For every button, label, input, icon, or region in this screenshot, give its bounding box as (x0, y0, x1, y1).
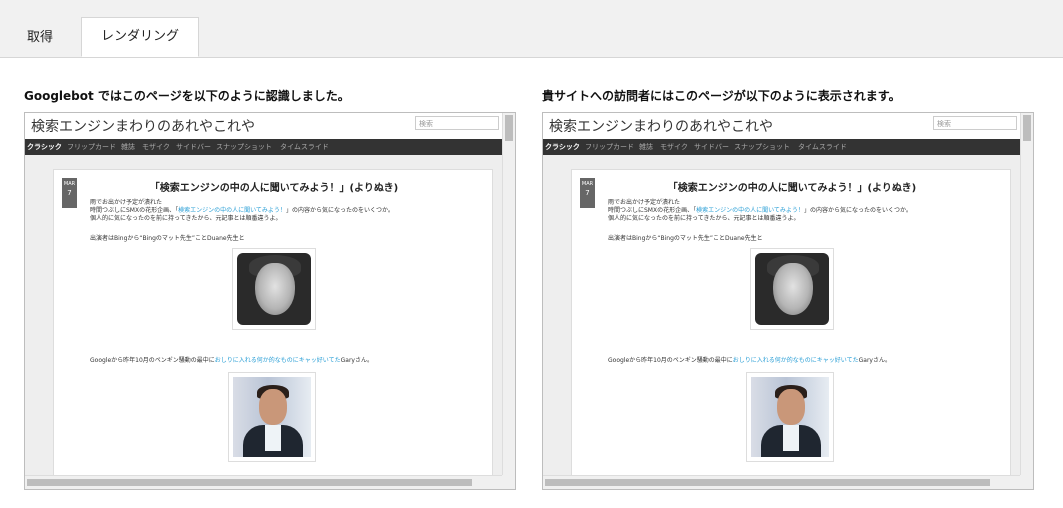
nav-item[interactable]: 雑誌 (121, 142, 135, 152)
render-viewport: 検索エンジンまわりのあれやこれや 検索 クラシック フリップカード 雑誌 モザイ… (25, 113, 503, 475)
article-title: 「検索エンジンの中の人に聞いてみよう！」(よりぬき) (149, 183, 399, 194)
horizontal-scrollbar[interactable] (543, 475, 1021, 489)
googlebot-render-panel: 検索エンジンまわりのあれやこれや 検索 クラシック フリップカード 雑誌 モザイ… (24, 112, 516, 490)
paragraph: Googleから昨年10月のペンギン騒動の最中におしりに入れる何か的なものにキャ… (90, 355, 373, 364)
vertical-scrollbar[interactable] (502, 113, 515, 475)
vertical-scrollbar[interactable] (1020, 113, 1033, 475)
site-nav: クラシック フリップカード 雑誌 モザイク サイドバー スナップショット タイム… (543, 139, 1021, 155)
paragraph-text: 」の内容から気になったのをいくつか。 (285, 207, 394, 214)
visitor-panel-title: 貴サイトへの訪問者にはこのページが以下のように表示されます。 (542, 89, 901, 103)
scroll-thumb[interactable] (545, 479, 990, 486)
nav-item[interactable]: スナップショット (216, 142, 272, 152)
nav-item[interactable]: タイムスライド (798, 142, 847, 152)
paragraph-text: Googleから昨年10月のペンギン騒動の最中に (90, 357, 215, 364)
article-link[interactable]: おしりに入れる何か的なものにキャッ好いてた (215, 357, 341, 364)
photo-duane (750, 248, 834, 330)
site-title: 検索エンジンまわりのあれやこれや (31, 119, 255, 135)
paragraph: Googleから昨年10月のペンギン騒動の最中におしりに入れる何か的なものにキャ… (608, 355, 891, 364)
nav-item[interactable]: タイムスライド (280, 142, 329, 152)
nav-item[interactable]: サイドバー (176, 142, 211, 152)
paragraph: 個人的に気になったのを前に持ってきたから、元記事とは順番違うよ。 (90, 215, 282, 222)
scroll-thumb[interactable] (505, 115, 513, 141)
site-nav: クラシック フリップカード 雑誌 モザイク サイドバー スナップショット タイム… (25, 139, 503, 155)
paragraph: 個人的に気になったのを前に持ってきたから、元記事とは順番違うよ。 (608, 215, 800, 222)
scroll-corner (502, 475, 515, 489)
nav-item[interactable]: クラシック (27, 142, 62, 152)
nav-item[interactable]: モザイク (142, 142, 170, 152)
site-search-input[interactable]: 検索 (933, 116, 1017, 130)
photo-gary (746, 372, 834, 462)
article: MAR 7 「検索エンジンの中の人に聞いてみよう！」(よりぬき) 雨でお出かけ予… (571, 169, 1011, 475)
horizontal-scrollbar[interactable] (25, 475, 503, 489)
photo-duane (232, 248, 316, 330)
paragraph: 出演者はBingから“Bingのマット先生”ことDuane先生と (90, 235, 245, 242)
article: MAR 7 「検索エンジンの中の人に聞いてみよう！」(よりぬき) 雨でお出かけ予… (53, 169, 493, 475)
tab-fetch[interactable]: 取得 (27, 26, 53, 45)
render-viewport: 検索エンジンまわりのあれやこれや 検索 クラシック フリップカード 雑誌 モザイ… (543, 113, 1021, 475)
visitor-render-panel: 検索エンジンまわりのあれやこれや 検索 クラシック フリップカード 雑誌 モザイ… (542, 112, 1034, 490)
googlebot-panel-title: Googlebot ではこのページを以下のように認識しました。 (24, 89, 350, 103)
nav-item[interactable]: 雑誌 (639, 142, 653, 152)
paragraph-text: Googleから昨年10月のペンギン騒動の最中に (608, 357, 733, 364)
scroll-corner (1020, 475, 1033, 489)
paragraph: 出演者はBingから“Bingのマット先生”ことDuane先生と (608, 235, 763, 242)
site-title: 検索エンジンまわりのあれやこれや (549, 119, 773, 135)
paragraph-text: Garyさん。 (340, 357, 373, 364)
paragraph-text: 」の内容から気になったのをいくつか。 (803, 207, 912, 214)
tab-render[interactable]: レンダリング (81, 17, 199, 57)
nav-item[interactable]: フリップカード (67, 142, 116, 152)
article-link[interactable]: おしりに入れる何か的なものにキャッ好いてた (733, 357, 859, 364)
nav-item[interactable]: モザイク (660, 142, 688, 152)
site-search-input[interactable]: 検索 (415, 116, 499, 130)
nav-item[interactable]: フリップカード (585, 142, 634, 152)
scroll-thumb[interactable] (1023, 115, 1031, 141)
tab-bar: 取得 レンダリング (0, 0, 1063, 58)
paragraph-text: Garyさん。 (858, 357, 891, 364)
scroll-thumb[interactable] (27, 479, 472, 486)
photo-gary (228, 372, 316, 462)
nav-item[interactable]: サイドバー (694, 142, 729, 152)
nav-item[interactable]: クラシック (545, 142, 580, 152)
nav-item[interactable]: スナップショット (734, 142, 790, 152)
article-title: 「検索エンジンの中の人に聞いてみよう！」(よりぬき) (667, 183, 917, 194)
